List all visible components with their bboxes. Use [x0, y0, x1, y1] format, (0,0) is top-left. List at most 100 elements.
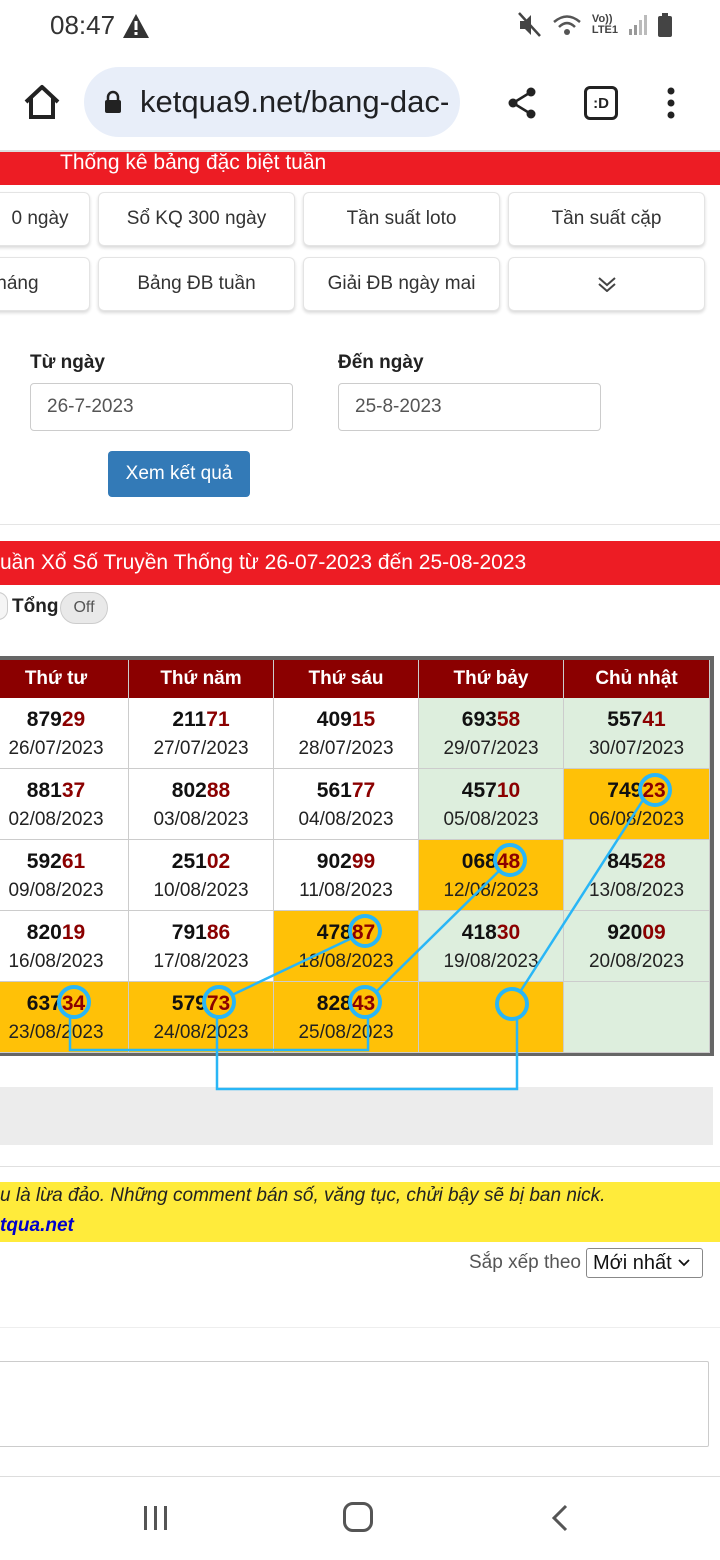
prize-number-tail: 02: [206, 850, 231, 873]
toggle-switch-partial[interactable]: [0, 592, 8, 620]
notice-link[interactable]: tqua.net: [0, 1215, 74, 1237]
draw-date: 09/08/2023: [8, 880, 104, 901]
sort-select-value: Mới nhất: [593, 1251, 672, 1274]
prize-number-tail: 19: [61, 921, 86, 944]
draw-date: 29/07/2023: [443, 738, 539, 759]
nav-more-button[interactable]: [508, 257, 705, 311]
draw-date: 24/08/2023: [153, 1022, 249, 1043]
navbar-divider: [0, 1476, 720, 1477]
prize-number-tail: 37: [61, 779, 86, 802]
table-cell: 56177 04/08/2023: [274, 769, 419, 840]
nav-button-tan-suat-loto[interactable]: Tần suất loto: [303, 192, 500, 246]
draw-date: 10/08/2023: [153, 880, 249, 901]
nav-button-300-ngay[interactable]: 0 ngày: [0, 192, 90, 246]
draw-date: 30/07/2023: [588, 738, 685, 759]
prize-number: 25102: [129, 850, 273, 874]
draw-date: 13/08/2023: [588, 880, 685, 901]
prize-number-head: 557: [607, 708, 643, 731]
table-cell: 47887 18/08/2023: [274, 911, 419, 982]
draw-date: 23/08/2023: [8, 1022, 104, 1043]
prize-number-tail: 86: [206, 921, 231, 944]
status-icons: Vo)) LTE1: [517, 12, 672, 38]
sum-toggle[interactable]: Off: [60, 592, 108, 624]
share-icon[interactable]: [506, 86, 538, 120]
table-cell: 82019 16/08/2023: [0, 911, 129, 982]
prize-number-head: 791: [171, 921, 207, 944]
table-cell: 82843 25/08/2023: [274, 982, 419, 1053]
prize-number: 74923: [564, 779, 709, 803]
table-cell: 87929 26/07/2023: [0, 698, 129, 769]
prize-number: 82019: [0, 921, 128, 945]
nav-button-giai-db-ngay-mai[interactable]: Giải ĐB ngày mai: [303, 257, 500, 311]
table-cell: 55741 30/07/2023: [564, 698, 710, 769]
prize-number: 69358: [419, 708, 563, 732]
url-text[interactable]: ketqua9.net/bang-dac-: [140, 84, 448, 120]
prize-number-head: 211: [172, 708, 207, 731]
prize-number-tail: 34: [61, 992, 86, 1015]
nav-button-tan-suat-cap[interactable]: Tần suất cặp: [508, 192, 705, 246]
mute-icon: [517, 12, 541, 37]
prize-number-head: 845: [607, 850, 643, 873]
sum-toggle-label: Tổng: [12, 596, 59, 617]
table-cell: 84528 13/08/2023: [564, 840, 710, 911]
prize-number: 40915: [274, 708, 418, 732]
to-date-input[interactable]: 25-8-2023: [338, 383, 601, 431]
prize-number: 21171: [129, 708, 273, 732]
comment-input[interactable]: [0, 1361, 709, 1447]
from-date-label: Từ ngày: [30, 352, 105, 373]
nav-button-so-kq-300[interactable]: Sổ KQ 300 ngày: [98, 192, 295, 246]
table-cell: 79186 17/08/2023: [129, 911, 274, 982]
system-home-icon[interactable]: [343, 1502, 373, 1532]
prize-number: 79186: [129, 921, 273, 945]
table-header-cell: Chủ nhật: [564, 660, 710, 698]
table-cell: 92009 20/08/2023: [564, 911, 710, 982]
prize-number: 06848: [419, 850, 563, 874]
prize-number: 63734: [0, 992, 128, 1016]
prize-number: 56177: [274, 779, 418, 803]
back-icon[interactable]: [550, 1504, 570, 1532]
wifi-icon: [553, 15, 581, 35]
view-results-button[interactable]: Xem kết quả: [108, 451, 250, 497]
more-menu-icon[interactable]: [664, 86, 678, 120]
table-cell: 41830 19/08/2023: [419, 911, 564, 982]
recent-apps-icon[interactable]: [142, 1505, 170, 1531]
prize-number: 59261: [0, 850, 128, 874]
prize-number-tail: 87: [351, 921, 376, 944]
table-cell: 45710 05/08/2023: [419, 769, 564, 840]
prize-number-head: 561: [316, 779, 352, 802]
draw-date: 12/08/2023: [443, 880, 539, 901]
footer-divider: [0, 1166, 720, 1167]
table-header-cell: Thứ sáu: [274, 660, 419, 698]
draw-date: 26/07/2023: [8, 738, 104, 759]
sort-select[interactable]: Mới nhất: [586, 1248, 703, 1278]
prize-number: 90299: [274, 850, 418, 874]
table-cell: 69358 29/07/2023: [419, 698, 564, 769]
lte-indicator: Vo)) LTE1: [592, 14, 618, 36]
nav-button-thang[interactable]: tháng: [0, 257, 90, 311]
tab-switcher-icon[interactable]: :D: [584, 86, 618, 120]
lock-icon[interactable]: [104, 90, 122, 114]
to-date-label: Đến ngày: [338, 352, 424, 373]
draw-date: 25/08/2023: [298, 1022, 394, 1043]
table-header-cell: Thứ bảy: [419, 660, 564, 698]
table-cell: 06848 12/08/2023: [419, 840, 564, 911]
table-cell: 57973 24/08/2023: [129, 982, 274, 1053]
from-date-input[interactable]: 26-7-2023: [30, 383, 293, 431]
home-icon[interactable]: [22, 82, 62, 122]
signal-icon: [629, 15, 647, 35]
section-divider: [0, 524, 720, 525]
nav-button-bang-db-tuan[interactable]: Bảng ĐB tuần: [98, 257, 295, 311]
prize-number-head: 418: [461, 921, 497, 944]
prize-number: 45710: [419, 779, 563, 803]
chevron-double-down-icon: [597, 277, 616, 292]
page-title: Thống kê bảng đặc biệt tuần: [0, 152, 720, 185]
table-cell: 59261 09/08/2023: [0, 840, 129, 911]
draw-date: 27/07/2023: [153, 738, 249, 759]
prize-number-head: 820: [26, 921, 62, 944]
table-footer-band: [0, 1087, 713, 1145]
special-prize-table: Thứ tư Thứ năm Thứ sáu Thứ bảy Chủ nhật 87929…: [0, 656, 714, 1056]
draw-date: 11/08/2023: [299, 880, 393, 901]
prize-number-tail: 88: [206, 779, 231, 802]
prize-number-tail: 71: [206, 708, 230, 731]
draw-date: 20/08/2023: [588, 951, 685, 972]
